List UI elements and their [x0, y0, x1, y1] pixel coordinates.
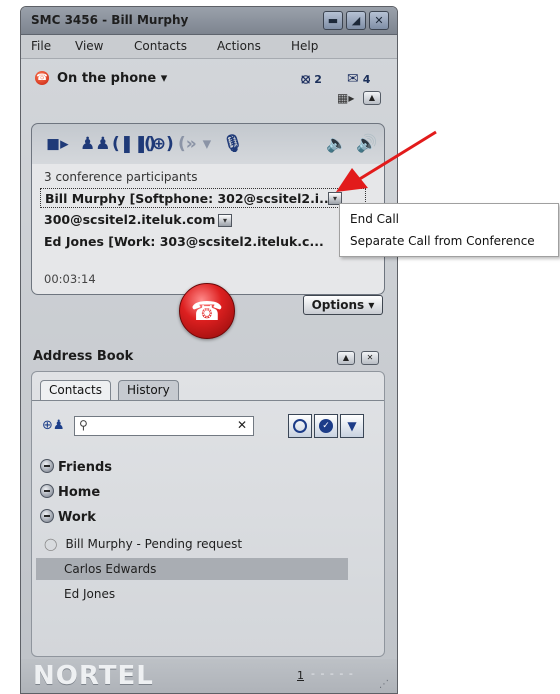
address-book-header: Address Book ▲ ✕ — [21, 347, 397, 369]
menu-contacts[interactable]: Contacts — [134, 39, 187, 53]
address-book-close-button[interactable]: ✕ — [361, 351, 379, 365]
add-contact-icon[interactable]: ⊕♟ — [42, 418, 65, 433]
collapse-icon: ▲ — [368, 93, 376, 102]
close-icon: ✕ — [374, 14, 384, 27]
call-timer: 00:03:14 — [44, 272, 96, 286]
nortel-logo: NORTEL — [33, 661, 154, 691]
video-icon[interactable]: ◼▸ — [46, 134, 69, 154]
minimize-icon: ▬ — [327, 14, 339, 27]
tab-divider — [32, 400, 384, 401]
chevron-down-icon: ▾ — [368, 298, 375, 312]
collapse-panel-button[interactable]: ▲ — [363, 91, 381, 105]
collapse-icon: ▲ — [342, 353, 350, 362]
dialpad-icon[interactable]: ▦▸ — [337, 91, 354, 105]
filter-online-button[interactable] — [288, 414, 312, 438]
participant-row[interactable]: Bill Murphy [Softphone: 302@scsitel2.i..… — [40, 188, 366, 208]
clear-search-icon[interactable]: ✕ — [237, 418, 247, 432]
group-home[interactable]: Home — [40, 483, 100, 503]
menu-help[interactable]: Help — [291, 39, 318, 53]
window-title: SMC 3456 - Bill Murphy — [31, 13, 189, 27]
chevron-down-icon: ▼ — [347, 419, 357, 433]
contact-item[interactable]: ◯ Bill Murphy - Pending request — [44, 533, 242, 555]
collapse-group-icon — [40, 484, 54, 498]
softphone-window: SMC 3456 - Bill Murphy ▬ ◢ ✕ File View C… — [20, 6, 398, 694]
line-status-dashes: - - - - - — [311, 667, 354, 680]
title-bar[interactable]: SMC 3456 - Bill Murphy ▬ ◢ ✕ — [21, 7, 397, 35]
filter-available-button[interactable]: ✓ — [314, 414, 338, 438]
menu-actions[interactable]: Actions — [217, 39, 261, 53]
footer-bar: NORTEL 1 - - - - - ⋰ — [21, 659, 397, 693]
group-friends[interactable]: Friends — [40, 458, 112, 478]
tab-contacts[interactable]: Contacts — [40, 380, 111, 400]
menu-item-end-call[interactable]: End Call — [350, 209, 399, 229]
menu-bar: File View Contacts Actions Help — [21, 35, 397, 59]
search-box[interactable]: ⚲ ✕ — [74, 416, 254, 436]
contact-item[interactable]: Ed Jones — [64, 583, 115, 605]
expand-group-icon — [40, 509, 54, 523]
annotation-arrow — [336, 130, 437, 192]
add-participant-icon[interactable]: (⊕) — [144, 134, 174, 154]
restore-icon: ◢ — [351, 14, 361, 27]
check-circle-icon: ✓ — [319, 419, 333, 433]
address-book-title: Address Book — [33, 349, 134, 364]
presence-status-dropdown[interactable]: On the phone ▾ — [57, 71, 167, 86]
participant-row[interactable]: Ed Jones [Work: 303@scsitel2.iteluk.c... — [40, 232, 332, 252]
microphone-icon[interactable]: 🎙 — [222, 134, 244, 154]
group-work[interactable]: Work — [40, 508, 96, 528]
pending-icon: ◯ — [44, 537, 58, 551]
close-button[interactable]: ✕ — [369, 11, 389, 30]
filter-dropdown-button[interactable]: ▼ — [340, 414, 364, 438]
options-button[interactable]: Options ▾ — [303, 295, 383, 315]
menu-view[interactable]: View — [75, 39, 103, 53]
search-input[interactable] — [95, 418, 235, 434]
line-indicator: 1 — [297, 669, 304, 682]
address-book-panel: Contacts History ⊕♟ ⚲ ✕ ✓ ▼ Friends Home… — [31, 371, 385, 657]
menu-item-separate-call[interactable]: Separate Call from Conference — [350, 231, 535, 251]
missed-calls-counter[interactable]: ⦻ 2 — [301, 71, 322, 87]
dropdown-icon: ▾ — [222, 216, 227, 225]
presence-status-row: ☎ On the phone ▾ ⦻ 2 ✉ 4 ▦▸ ▲ — [21, 61, 397, 109]
minimize-button[interactable]: ▬ — [323, 11, 343, 30]
messages-counter[interactable]: ✉ 4 — [347, 71, 370, 87]
close-icon: ✕ — [366, 353, 374, 362]
hangup-phone-icon: ☎ — [190, 297, 224, 327]
search-icon: ⚲ — [79, 418, 88, 432]
address-book-collapse-button[interactable]: ▲ — [337, 351, 355, 365]
resize-grip-icon[interactable]: ⋰ — [379, 679, 389, 690]
contact-item-selected[interactable]: Carlos Edwards — [36, 558, 348, 580]
collapse-group-icon — [40, 459, 54, 473]
participant-row[interactable]: 300@scsitel2.iteluk.com — [40, 210, 332, 230]
message-icon: ✉ — [347, 71, 359, 87]
missed-call-icon: ⦻ — [301, 71, 311, 87]
participant-context-menu: End Call Separate Call from Conference — [339, 203, 559, 257]
hangup-button[interactable]: ☎ — [179, 283, 235, 339]
conference-icon[interactable]: ♟♟ — [80, 134, 110, 154]
circle-icon — [293, 419, 307, 433]
restore-button[interactable]: ◢ — [346, 11, 366, 30]
participant-menu-button[interactable]: ▾ — [218, 214, 232, 227]
menu-file[interactable]: File — [31, 39, 51, 53]
tab-history[interactable]: History — [118, 380, 179, 400]
busy-status-icon: ☎ — [35, 71, 49, 85]
transfer-icon[interactable]: (» ▾ — [178, 134, 211, 154]
participants-count: 3 conference participants — [44, 170, 198, 184]
